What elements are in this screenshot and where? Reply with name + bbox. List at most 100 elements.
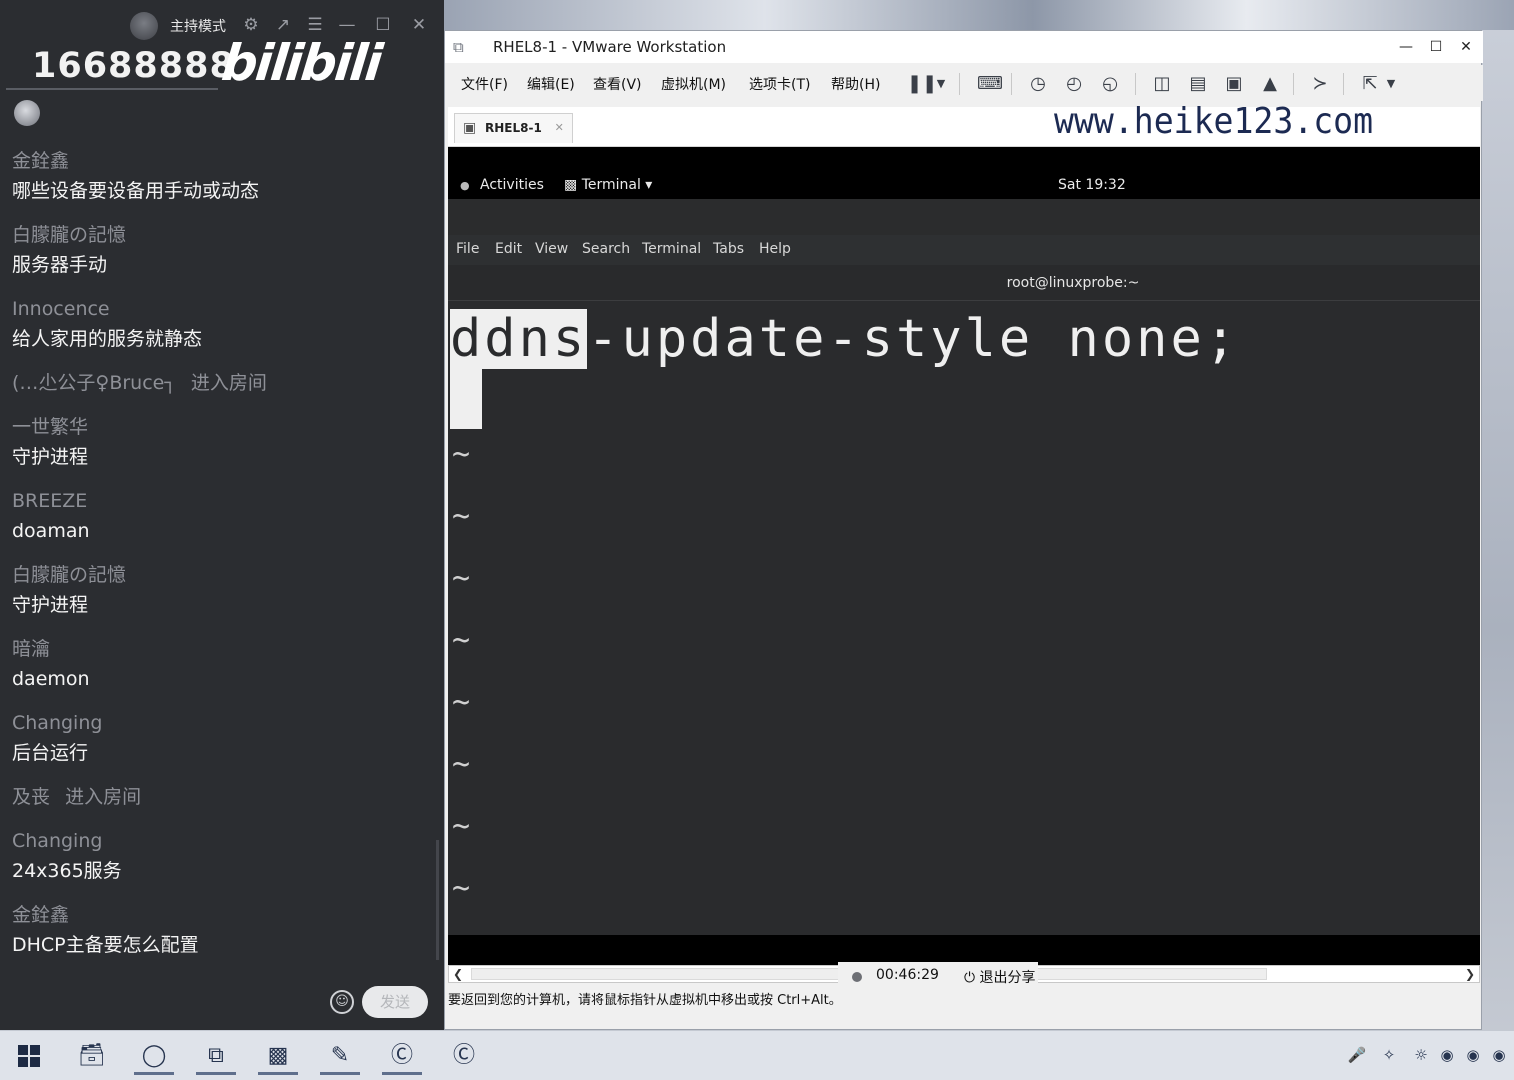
chevron-down-icon[interactable]: ▼ [933,71,949,97]
stretch-guest-icon[interactable]: ⇱ [1357,71,1383,97]
status-message: 要返回到您的计算机，请将鼠标指针从虚拟机中移出或按 Ctrl+Alt。 [448,993,842,1008]
microphone-icon[interactable]: 🎤 [1346,1044,1368,1066]
unity-icon[interactable]: ▲ [1257,71,1283,97]
chat-username[interactable]: 白朦朧の記憶 [12,560,432,590]
menu-vm[interactable]: 虚拟机(M) [661,74,726,94]
network-icon[interactable]: ✧ [1378,1044,1400,1066]
menu-icon[interactable]: ☰ [304,14,326,36]
tray-app-icon[interactable]: ◉ [1488,1044,1510,1066]
close-icon[interactable]: ✕ [408,14,430,36]
chat-message: Innocence 给人家用的服务就静态 [12,294,432,354]
clock[interactable]: Sat 19:32 [1058,177,1126,193]
guest-display[interactable]: ● Activities ▩ Terminal ▾ Sat 19:32 File … [448,147,1480,967]
send-ctrl-alt-del-icon[interactable]: ⌨ [977,71,1003,97]
browser-icon[interactable]: ◯ [134,1037,174,1075]
menu-file[interactable]: 文件(F) [461,74,508,94]
chat-username[interactable]: Changing [12,826,432,856]
chevron-down-icon[interactable]: ▼ [1383,71,1399,97]
emoji-icon[interactable]: ☺ [330,990,354,1014]
chat-username[interactable]: 一世繁华 [12,412,432,442]
app-c-icon[interactable]: Ⓒ [382,1037,422,1075]
toolbar-separator [1011,73,1012,95]
file-explorer-icon[interactable]: 🗃 [72,1037,112,1075]
terminal-menu-terminal[interactable]: Terminal [642,241,701,257]
tray-app-icon[interactable]: ☼ [1410,1044,1432,1066]
tab-rhel8-1[interactable]: ▣ RHEL8-1 ✕ [454,113,573,143]
host-avatar[interactable] [130,12,158,40]
revert-snapshot-icon[interactable]: ◴ [1061,71,1087,97]
vmware-icon[interactable]: ⧉ [196,1037,236,1075]
chat-username[interactable]: 金銓鑫 [12,146,432,176]
screen-share-bar: 00:46:29 ⏻ 退出分享 [838,962,1038,992]
chat-username[interactable]: Changing [12,708,432,738]
terminal-menu-view[interactable]: View [535,241,568,257]
pen-tool-icon[interactable]: ✎ [320,1037,360,1075]
minimize-icon[interactable]: — [1391,35,1421,59]
menu-edit[interactable]: 编辑(E) [527,74,575,94]
terminal-menu-search[interactable]: Search [582,241,630,257]
snapshot-icon[interactable]: ◷ [1025,71,1051,97]
chat-message: Changing 后台运行 [12,708,432,768]
video-app-icon[interactable]: ▩ [258,1037,298,1075]
chat-username[interactable]: (…尐公子♀Bruce┐ [12,372,176,394]
fullscreen-icon[interactable]: ▣ [1221,71,1247,97]
live-chat-panel: 主持模式 ⚙ ↗ ☰ — ☐ ✕ 16688888 bilibili 金銓鑫 哪… [0,0,444,1030]
terminal-menu-edit[interactable]: Edit [495,241,522,257]
maximize-icon[interactable]: ☐ [1421,35,1451,59]
room-number: 16688888 [32,46,235,86]
settings-icon[interactable]: ⚙ [240,14,262,36]
popout-icon[interactable]: ↗ [272,14,294,36]
desktop-wallpaper-right [1482,30,1514,1030]
tray-app-icon[interactable]: ◉ [1436,1044,1458,1066]
terminal-menu-help[interactable]: Help [759,241,791,257]
app-c-icon[interactable]: Ⓒ [444,1037,484,1075]
vim-editor[interactable]: ddns-update-style none; ~ ~ ~ ~ ~ ~ ~ ~ [448,301,1480,935]
chat-username[interactable]: Innocence [12,294,432,324]
terminal-app-icon: ▩ [564,177,582,193]
vim-empty-line: ~ [452,747,471,782]
activities-button[interactable]: ● Activities [460,177,544,193]
snapshot-manager-icon[interactable]: ◵ [1097,71,1123,97]
terminal-menu-tabs[interactable]: Tabs [713,241,744,257]
vim-empty-line: ~ [452,809,471,844]
chat-username[interactable]: 金銓鑫 [12,900,432,930]
tray-app-icon[interactable]: ◉ [1462,1044,1484,1066]
windows-start-icon[interactable] [18,1045,40,1067]
viewer-avatar[interactable] [14,100,40,126]
close-icon[interactable]: ✕ [555,114,564,142]
vim-line-rest: -update-style none; [587,309,1240,369]
chat-username[interactable]: BREEZE [12,486,432,516]
console-view-icon[interactable]: ≻ [1307,71,1333,97]
scroll-right-icon[interactable]: ❯ [1461,966,1479,982]
vim-text-line: ddns-update-style none; [450,309,1239,369]
host-mode-label[interactable]: 主持模式 [170,16,226,36]
send-button[interactable]: 发送 [362,986,428,1018]
tab-label: RHEL8-1 [485,121,542,135]
menu-tabs[interactable]: 选项卡(T) [749,74,810,94]
chat-username[interactable]: 白朦朧の記憶 [12,220,432,250]
bilibili-logo: bilibili [218,34,384,92]
sidebar-toggle-icon[interactable]: ◫ [1149,71,1175,97]
search-highlight: ddns [450,309,588,369]
chat-username[interactable]: 暗瀹 [12,634,432,664]
vmware-logo-icon: ⧉ [453,38,464,56]
menu-help[interactable]: 帮助(H) [831,74,880,94]
chat-message: 一世繁华 守护进程 [12,412,432,472]
chat-scrollbar[interactable] [436,840,439,960]
maximize-icon[interactable]: ☐ [372,14,394,36]
terminal-app-menu[interactable]: ▩ Terminal ▾ [564,177,652,193]
terminal-menu-file[interactable]: File [456,241,479,257]
windows-taskbar: 🗃 ◯ ⧉ ▩ ✎ Ⓒ Ⓒ 🎤 ✧ ☼ ◉ ◉ ◉ [0,1030,1514,1080]
exit-share-button[interactable]: ⏻ 退出分享 [964,967,1036,987]
chat-text: 给人家用的服务就静态 [12,328,203,350]
chat-message: 金銓鑫 哪些设备要设备用手动或动态 [12,146,432,206]
close-icon[interactable]: ✕ [1451,35,1481,59]
chat-text: 服务器手动 [12,254,108,276]
thumbnail-bar-icon[interactable]: ▤ [1185,71,1211,97]
scroll-left-icon[interactable]: ❮ [449,966,467,982]
chat-username[interactable]: 及丧 [12,786,50,808]
menu-view[interactable]: 查看(V) [593,74,642,94]
chat-input-bar: ☺ 发送 [0,978,444,1030]
pause-icon[interactable]: ❚❚ [907,71,937,97]
minimize-icon[interactable]: — [336,14,358,36]
